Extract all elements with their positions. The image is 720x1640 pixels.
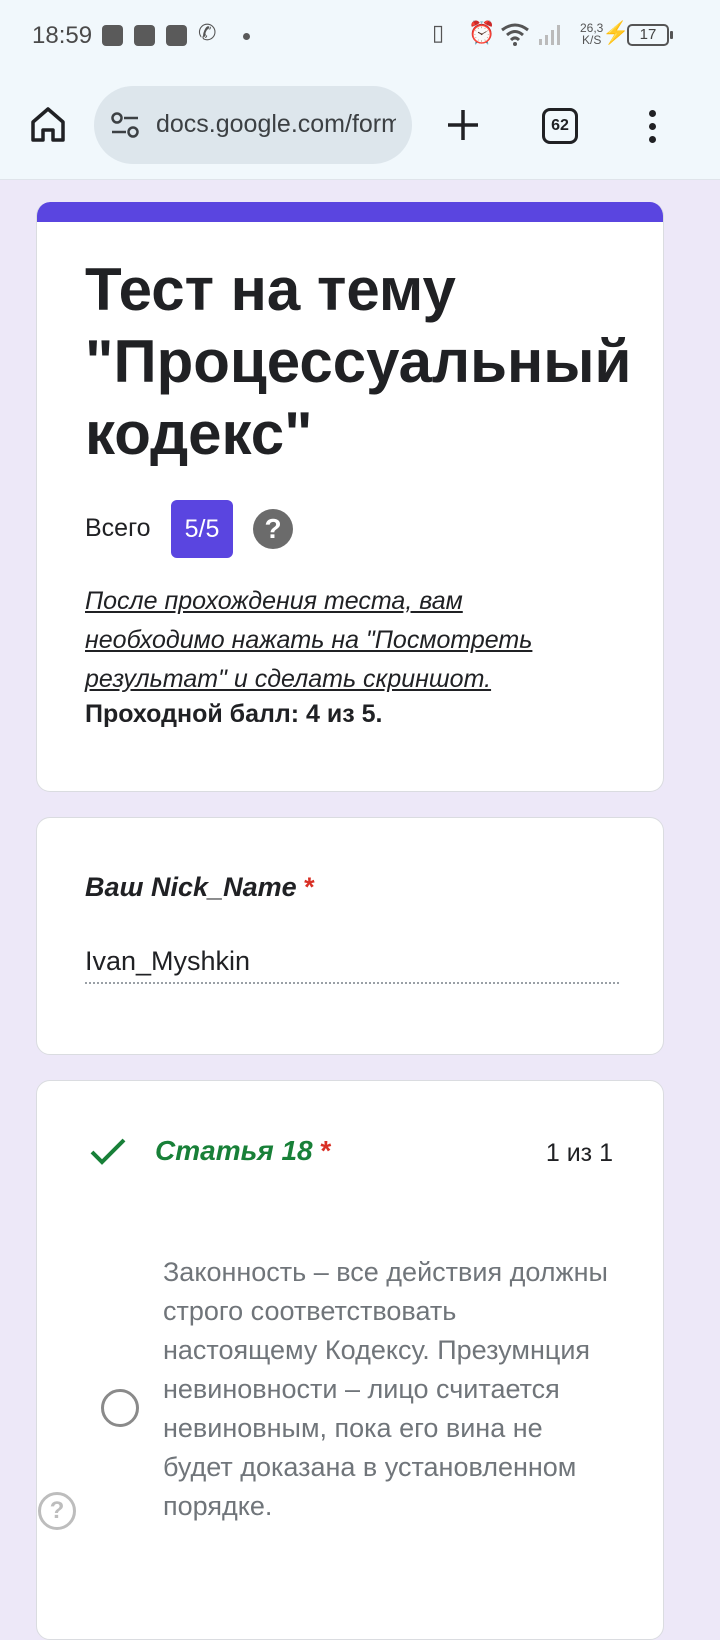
- nickname-answer: Ivan_Myshkin: [85, 946, 251, 976]
- score-badge: 5/5: [171, 500, 233, 558]
- form-header-card: Тест на тему "Процессуальный кодекс" Все…: [36, 202, 664, 792]
- question-points: 1 из 1: [545, 1139, 613, 1167]
- help-icon[interactable]: ?: [38, 1492, 76, 1530]
- option-label[interactable]: Законность – все действия должны строго …: [163, 1253, 613, 1526]
- form-title: Тест на тему "Процессуальный кодекс": [85, 256, 632, 467]
- question-card-article-18: Статья 18 * 1 из 1 Законность – все дейс…: [36, 1080, 664, 1640]
- status-bar: 18:59 ✆ ▯ ⏰ 26,3 K/S ⚡ 17: [0, 0, 720, 72]
- net-speed: 26,3 K/S: [580, 21, 604, 47]
- more-menu-icon[interactable]: [640, 106, 664, 146]
- vibrate-icon: ▯: [432, 20, 445, 45]
- question-label: Ваш Nick_Name *: [85, 872, 315, 902]
- browser-toolbar: docs.google.com/forms 62: [0, 72, 720, 180]
- url-text[interactable]: docs.google.com/forms: [156, 110, 396, 142]
- required-mark: *: [304, 872, 315, 902]
- required-mark: *: [320, 1135, 332, 1166]
- more-notifications-icon: [243, 33, 250, 40]
- notification-icon: [102, 25, 123, 46]
- missed-call-icon: ✆: [198, 20, 217, 45]
- check-icon: [90, 1138, 126, 1165]
- tab-switcher-button[interactable]: 62: [542, 108, 578, 144]
- charging-icon: ⚡: [602, 20, 630, 45]
- answer-underline: [85, 982, 619, 984]
- question-label: Статья 18 *: [155, 1135, 332, 1166]
- new-tab-icon[interactable]: [446, 108, 480, 142]
- site-settings-icon[interactable]: [110, 112, 140, 138]
- score-help-icon[interactable]: ?: [253, 509, 293, 549]
- alarm-icon: ⏰: [468, 20, 496, 45]
- home-icon[interactable]: [28, 104, 68, 144]
- wifi-icon: [501, 23, 529, 46]
- battery-icon: 17: [627, 24, 673, 46]
- signal-icon: [539, 25, 560, 45]
- notification-icon: [134, 25, 155, 46]
- question-card-nickname: Ваш Nick_Name * Ivan_Myshkin: [36, 817, 664, 1055]
- option-radio[interactable]: [101, 1389, 139, 1427]
- status-time: 18:59: [32, 22, 93, 49]
- form-accent-bar: [37, 202, 663, 222]
- form-description: После прохождения теста, вам необходимо …: [85, 587, 533, 693]
- app-notification-icon: [166, 25, 187, 46]
- passing-score: Проходной балл: 4 из 5.: [85, 700, 383, 728]
- score-label: Всего: [85, 514, 151, 542]
- address-bar[interactable]: docs.google.com/forms: [94, 86, 412, 164]
